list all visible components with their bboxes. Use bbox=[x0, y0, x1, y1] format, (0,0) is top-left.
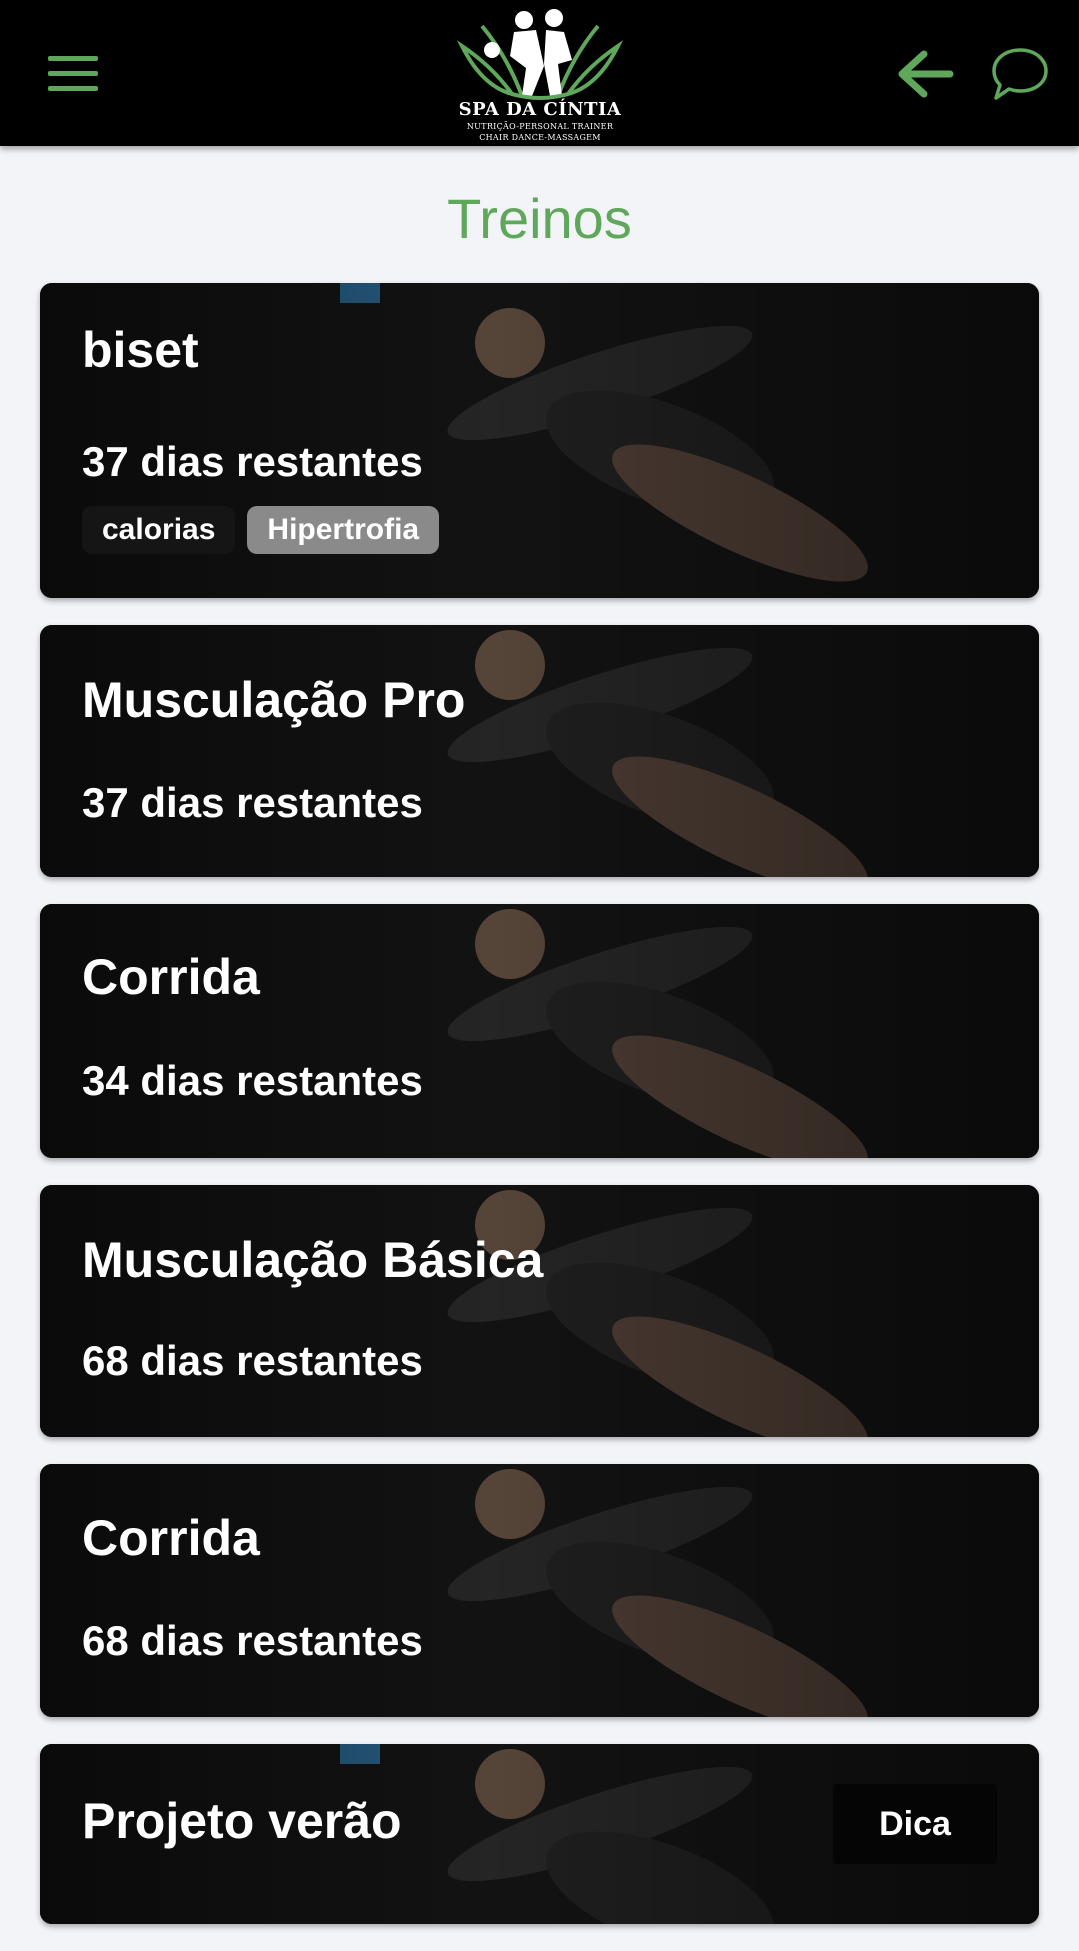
logo-subtitle-line-2: CHAIR DANCE-MASSAGEM bbox=[479, 133, 601, 142]
workout-tags: calorias Hipertrofia bbox=[82, 506, 440, 554]
tag-calorias: calorias bbox=[82, 506, 236, 554]
arrow-left-icon bbox=[898, 50, 954, 98]
workout-card[interactable]: biset 37 dias restantes calorias Hipertr… bbox=[40, 283, 1039, 598]
workout-list: biset 37 dias restantes calorias Hipertr… bbox=[40, 283, 1039, 1951]
card-overlay bbox=[40, 904, 1039, 1158]
spa-logo: SPA DA CÍNTIA NUTRIÇÃO-PERSONAL TRAINER … bbox=[452, 6, 628, 144]
workout-card[interactable]: Musculação Pro 37 dias restantes bbox=[40, 625, 1039, 877]
logo-brand-text: SPA DA CÍNTIA bbox=[458, 99, 622, 120]
workout-title: Musculação Pro bbox=[82, 672, 466, 728]
workout-card[interactable]: Musculação Básica 68 dias restantes bbox=[40, 1185, 1039, 1437]
chat-button[interactable] bbox=[990, 44, 1050, 104]
logo-subtitle-line-1: NUTRIÇÃO-PERSONAL TRAINER bbox=[466, 122, 614, 131]
card-overlay bbox=[40, 1464, 1039, 1717]
card-overlay bbox=[40, 625, 1039, 877]
menu-button[interactable] bbox=[48, 56, 98, 92]
menu-icon-line bbox=[48, 56, 98, 61]
workout-card[interactable]: Corrida 68 dias restantes bbox=[40, 1464, 1039, 1717]
workout-title: Projeto verão bbox=[82, 1793, 402, 1849]
workout-title: Corrida bbox=[82, 1510, 260, 1566]
chat-bubble-icon bbox=[992, 48, 1048, 100]
workout-card[interactable]: Projeto verão Dica bbox=[40, 1744, 1039, 1924]
card-overlay bbox=[40, 1185, 1039, 1437]
back-button[interactable] bbox=[898, 46, 954, 102]
tip-badge[interactable]: Dica bbox=[833, 1784, 997, 1864]
workout-title: biset bbox=[82, 322, 199, 378]
workout-title: Musculação Básica bbox=[82, 1232, 544, 1288]
menu-icon-line bbox=[48, 71, 98, 76]
lotus-silhouette-icon bbox=[456, 9, 624, 100]
workout-title: Corrida bbox=[82, 949, 260, 1005]
app-bar: SPA DA CÍNTIA NUTRIÇÃO-PERSONAL TRAINER … bbox=[0, 0, 1079, 146]
workout-days-remaining: 68 dias restantes bbox=[82, 1337, 423, 1384]
workout-card[interactable]: Corrida 34 dias restantes bbox=[40, 904, 1039, 1158]
tag-hipertrofia: Hipertrofia bbox=[247, 506, 440, 554]
workout-days-remaining: 37 dias restantes bbox=[82, 438, 423, 485]
workout-days-remaining: 37 dias restantes bbox=[82, 779, 423, 826]
workout-days-remaining: 34 dias restantes bbox=[82, 1057, 423, 1104]
workout-days-remaining: 68 dias restantes bbox=[82, 1617, 423, 1664]
page-title: Treinos bbox=[447, 187, 632, 250]
menu-icon-line bbox=[48, 86, 98, 91]
